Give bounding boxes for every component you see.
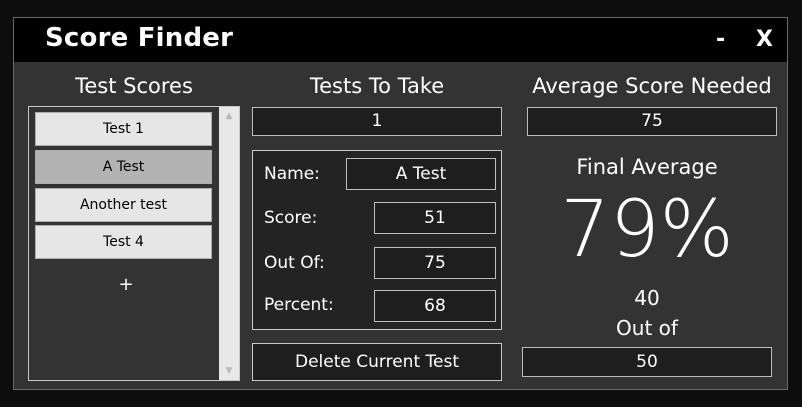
final-points-value: 40 [634, 286, 660, 310]
app-window: Score Finder - X Test Scores Test 1 A Te… [13, 17, 788, 390]
percent-label: Percent: [264, 295, 334, 315]
score-label: Score: [264, 208, 318, 228]
average-needed-field[interactable]: 75 [527, 107, 777, 136]
final-average-value: 79% [560, 185, 734, 275]
out-of-label: Out Of: [264, 253, 325, 273]
name-field[interactable]: A Test [346, 158, 496, 190]
percent-field[interactable]: 68 [374, 290, 496, 322]
minimize-button[interactable]: - [716, 27, 725, 52]
list-item[interactable]: Test 1 [35, 112, 212, 146]
scroll-down-icon[interactable]: ▼ [219, 362, 239, 380]
test-details-panel: Name: A Test Score: 51 Out Of: 75 Percen… [252, 150, 502, 330]
test-scores-list[interactable]: Test 1 A Test Another test Test 4 + ▲ ▼ [28, 106, 240, 381]
delete-test-button[interactable]: Delete Current Test [252, 343, 502, 381]
average-needed-heading: Average Score Needed [532, 74, 772, 98]
out-of-field[interactable]: 75 [374, 247, 496, 279]
tests-to-take-field[interactable]: 1 [252, 107, 502, 136]
list-item[interactable]: Test 4 [35, 225, 212, 259]
score-field[interactable]: 51 [374, 202, 496, 234]
list-item[interactable]: A Test [35, 150, 212, 184]
title-bar[interactable]: Score Finder - X [14, 18, 787, 62]
add-test-button[interactable]: + [111, 274, 141, 295]
close-button[interactable]: X [756, 27, 773, 52]
final-out-of-field[interactable]: 50 [522, 347, 772, 377]
list-scrollbar[interactable]: ▲ ▼ [219, 107, 239, 380]
final-average-heading: Final Average [576, 155, 718, 179]
name-label: Name: [264, 164, 320, 184]
test-scores-heading: Test Scores [75, 74, 193, 98]
app-title: Score Finder [45, 23, 234, 53]
list-item[interactable]: Another test [35, 188, 212, 222]
scroll-up-icon[interactable]: ▲ [219, 107, 239, 125]
final-out-of-label: Out of [616, 316, 678, 340]
tests-to-take-heading: Tests To Take [309, 74, 445, 98]
